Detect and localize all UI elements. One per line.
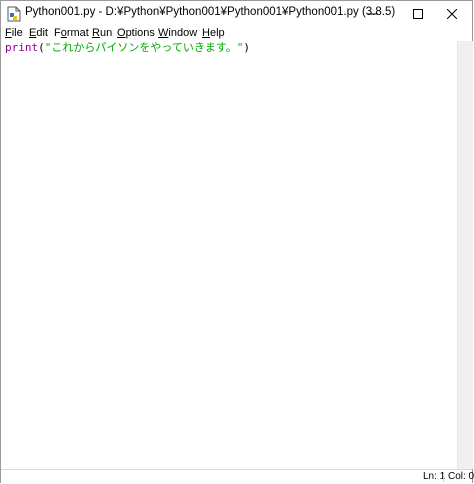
menu-run-accel: R: [92, 27, 100, 39]
menu-bar: File Edit Format Run Options Window Help: [1, 26, 472, 41]
maximize-icon: [412, 9, 423, 19]
menu-options-rest: ptions: [125, 27, 155, 39]
status-separator: [443, 472, 444, 482]
minimize-icon: [367, 13, 378, 15]
minimize-button[interactable]: [350, 1, 395, 27]
idle-editor-window: Python001.py - D:¥Python¥Python001¥Pytho…: [0, 0, 474, 484]
menu-file-rest: ile: [11, 27, 23, 39]
menu-edit[interactable]: Edit: [29, 26, 48, 41]
python-file-icon: [7, 6, 21, 22]
menu-file[interactable]: File: [5, 26, 23, 41]
menu-run[interactable]: Run: [92, 26, 112, 41]
menu-format-pre: F: [54, 27, 61, 39]
menu-help[interactable]: Help: [202, 26, 225, 41]
title-bar[interactable]: Python001.py - D:¥Python¥Python001¥Pytho…: [1, 1, 472, 27]
menu-window[interactable]: Window: [158, 26, 197, 41]
vertical-scrollbar[interactable]: [457, 41, 473, 469]
menu-help-accel: H: [202, 27, 210, 39]
menu-options[interactable]: Options: [117, 26, 155, 41]
menu-window-rest: indow: [168, 27, 198, 39]
close-paren: ): [243, 41, 250, 54]
window-title: Python001.py - D:¥Python¥Python001¥Pytho…: [25, 6, 396, 18]
menu-run-rest: un: [99, 27, 113, 39]
close-button[interactable]: [429, 1, 474, 27]
menu-window-accel: W: [158, 27, 169, 39]
menu-edit-rest: dit: [36, 27, 48, 39]
code-line-1: print("これからパイソンをやっていきます。"): [5, 41, 250, 55]
menu-help-rest: elp: [209, 27, 225, 39]
menu-file-accel: F: [5, 27, 12, 39]
string-literal: "これからパイソンをやっていきます。": [44, 41, 244, 54]
menu-format-rest: rmat: [66, 27, 89, 39]
status-line: Ln: 1: [423, 471, 446, 482]
open-paren: (: [38, 41, 45, 54]
status-column: Col: 0: [448, 471, 474, 482]
menu-options-accel: O: [117, 27, 126, 39]
builtin-print: print: [5, 41, 39, 54]
close-icon: [446, 9, 457, 19]
code-editor[interactable]: print("これからパイソンをやっていきます。"): [1, 41, 457, 469]
status-bar: Ln: 1 Col: 0: [1, 469, 474, 484]
menu-format[interactable]: Format: [54, 26, 89, 41]
